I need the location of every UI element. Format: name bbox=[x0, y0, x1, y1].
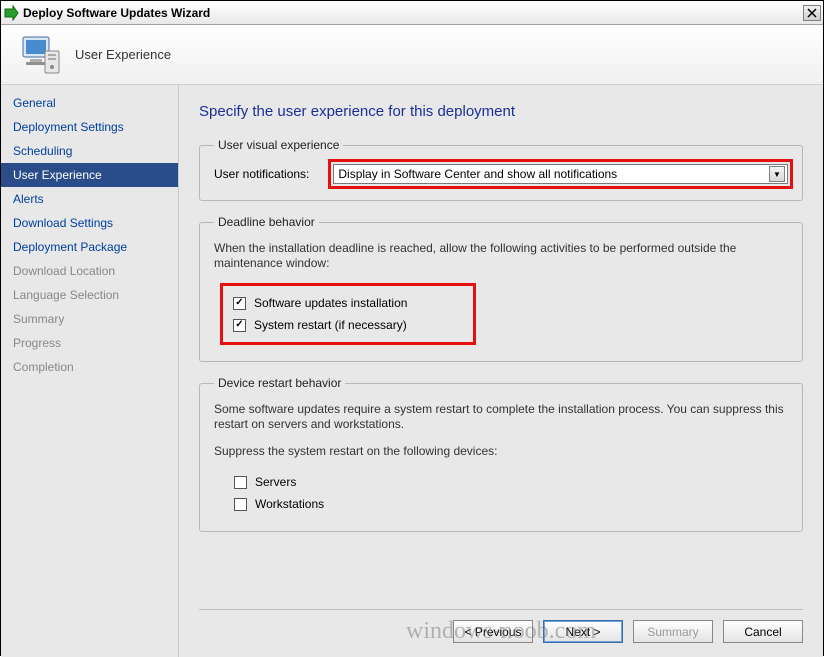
computer-icon bbox=[21, 33, 61, 77]
wizard-sidebar: General Deployment Settings Scheduling U… bbox=[1, 85, 179, 657]
sidebar-item-label: General bbox=[13, 96, 56, 110]
groupbox-device-restart: Device restart behavior Some software up… bbox=[199, 376, 803, 532]
sidebar-item-label: Progress bbox=[13, 336, 61, 350]
sidebar-item-label: Completion bbox=[13, 360, 74, 374]
groupbox-legend: User visual experience bbox=[214, 138, 343, 152]
sidebar-item-alerts[interactable]: Alerts bbox=[1, 187, 178, 211]
sidebar-item-language-selection: Language Selection bbox=[1, 283, 178, 307]
previous-button[interactable]: < Previous bbox=[453, 620, 533, 643]
sidebar-item-deployment-settings[interactable]: Deployment Settings bbox=[1, 115, 178, 139]
sidebar-item-scheduling[interactable]: Scheduling bbox=[1, 139, 178, 163]
sidebar-item-label: Alerts bbox=[13, 192, 44, 206]
restart-description-1: Some software updates require a system r… bbox=[214, 402, 788, 432]
checkbox-icon bbox=[234, 498, 247, 511]
close-button[interactable] bbox=[803, 5, 821, 21]
sidebar-item-label: Scheduling bbox=[13, 144, 72, 158]
checkbox-icon bbox=[233, 297, 246, 310]
checkbox-label: System restart (if necessary) bbox=[254, 318, 407, 332]
sidebar-item-user-experience[interactable]: User Experience bbox=[1, 163, 178, 187]
titlebar: Deploy Software Updates Wizard bbox=[1, 1, 823, 25]
dropdown-arrow-icon[interactable]: ▼ bbox=[769, 166, 785, 182]
next-button[interactable]: Next > bbox=[543, 620, 623, 643]
sidebar-item-label: Deployment Settings bbox=[13, 120, 124, 134]
sidebar-item-label: Download Location bbox=[13, 264, 115, 278]
wizard-banner: User Experience bbox=[1, 25, 823, 85]
deadline-description: When the installation deadline is reache… bbox=[214, 241, 788, 271]
groupbox-legend: Deadline behavior bbox=[214, 215, 319, 229]
cancel-button[interactable]: Cancel bbox=[723, 620, 803, 643]
checkbox-label: Software updates installation bbox=[254, 296, 407, 310]
checkbox-label: Servers bbox=[255, 475, 296, 489]
sidebar-item-label: Deployment Package bbox=[13, 240, 127, 254]
checkbox-system-restart[interactable]: System restart (if necessary) bbox=[233, 314, 407, 336]
sidebar-item-summary: Summary bbox=[1, 307, 178, 331]
sidebar-item-deployment-package[interactable]: Deployment Package bbox=[1, 235, 178, 259]
page-heading: Specify the user experience for this dep… bbox=[199, 103, 803, 120]
groupbox-deadline-behavior: Deadline behavior When the installation … bbox=[199, 215, 803, 362]
groupbox-visual-experience: User visual experience User notification… bbox=[199, 138, 803, 201]
checkbox-icon bbox=[234, 476, 247, 489]
sidebar-item-general[interactable]: General bbox=[1, 91, 178, 115]
wizard-body: General Deployment Settings Scheduling U… bbox=[1, 85, 823, 657]
checkbox-software-updates-installation[interactable]: Software updates installation bbox=[233, 292, 407, 314]
wizard-content: Specify the user experience for this dep… bbox=[179, 85, 823, 657]
summary-button: Summary bbox=[633, 620, 713, 643]
restart-description-2: Suppress the system restart on the follo… bbox=[214, 444, 788, 459]
sidebar-item-label: Download Settings bbox=[13, 216, 113, 230]
sidebar-item-label: Summary bbox=[13, 312, 64, 326]
checkbox-workstations[interactable]: Workstations bbox=[234, 493, 788, 515]
user-notifications-dropdown[interactable]: Display in Software Center and show all … bbox=[333, 164, 788, 184]
sidebar-item-completion: Completion bbox=[1, 355, 178, 379]
sidebar-item-download-settings[interactable]: Download Settings bbox=[1, 211, 178, 235]
banner-step-name: User Experience bbox=[75, 47, 171, 62]
sidebar-item-download-location: Download Location bbox=[1, 259, 178, 283]
sidebar-item-label: User Experience bbox=[13, 168, 102, 182]
dropdown-value: Display in Software Center and show all … bbox=[338, 167, 617, 181]
checkbox-servers[interactable]: Servers bbox=[234, 471, 788, 493]
user-notifications-label: User notifications: bbox=[214, 167, 309, 181]
groupbox-legend: Device restart behavior bbox=[214, 376, 345, 390]
sidebar-item-label: Language Selection bbox=[13, 288, 119, 302]
checkbox-icon bbox=[233, 319, 246, 332]
wizard-arrow-icon bbox=[3, 5, 19, 21]
checkbox-label: Workstations bbox=[255, 497, 324, 511]
button-bar: < Previous Next > Summary Cancel bbox=[199, 609, 803, 643]
sidebar-item-progress: Progress bbox=[1, 331, 178, 355]
window-title: Deploy Software Updates Wizard bbox=[23, 6, 803, 20]
